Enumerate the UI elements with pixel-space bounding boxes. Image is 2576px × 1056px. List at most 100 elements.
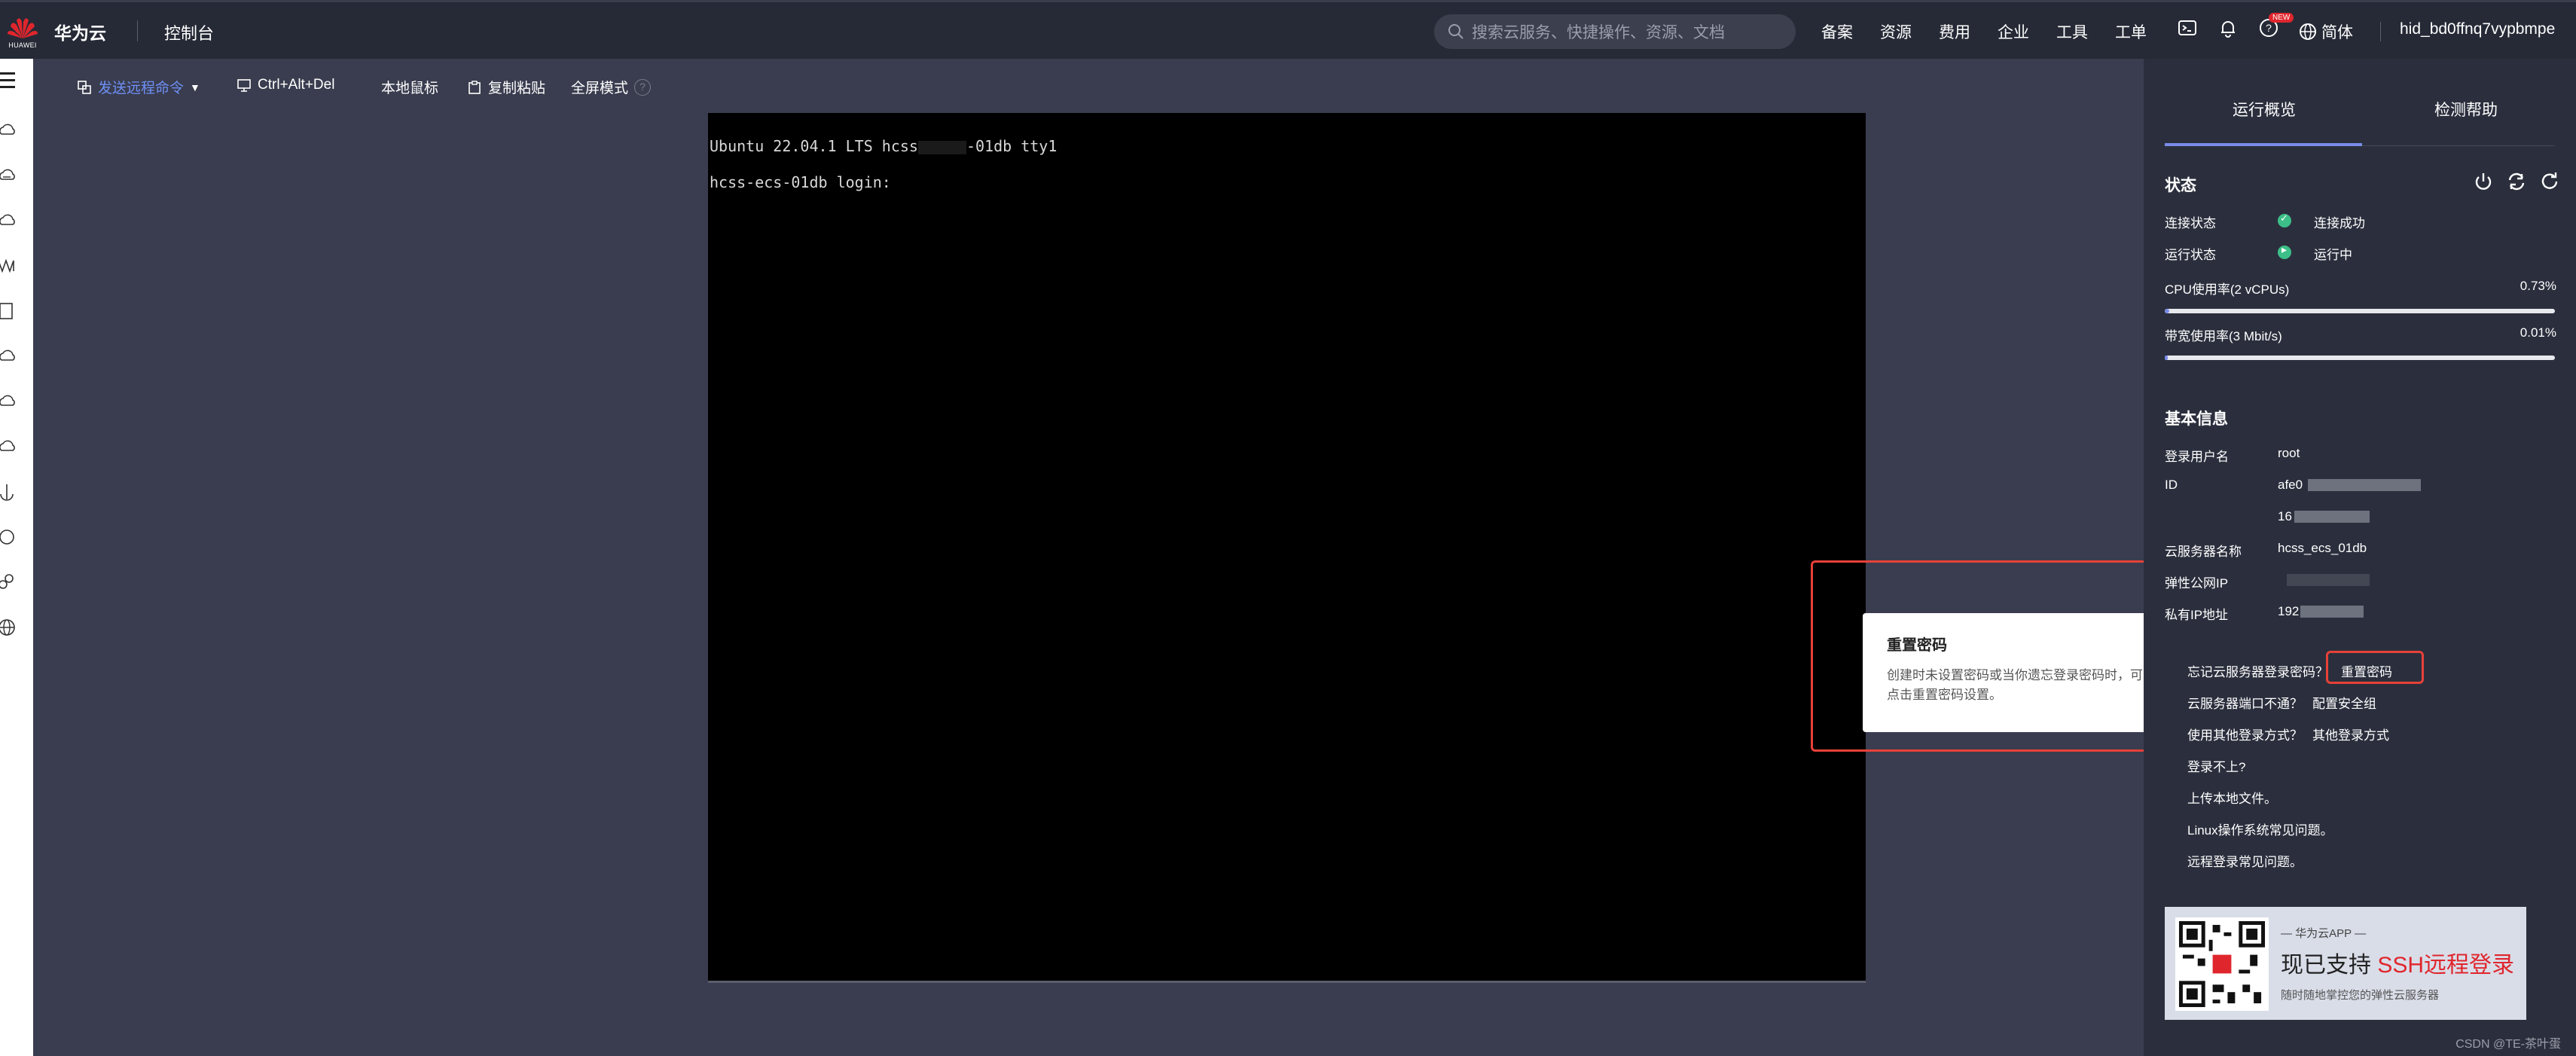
divider — [2380, 22, 2381, 41]
help-link-upload[interactable]: 上传本地文件。 — [2187, 788, 2277, 807]
refresh-icon[interactable] — [2538, 170, 2561, 193]
remote-terminal[interactable]: Ubuntu 22.04.1 LTS hcss -01db tty1 hcss-e… — [708, 113, 1866, 983]
terminal-line-1: Ubuntu 22.04.1 LTS hcss -01db tty1 — [710, 137, 1057, 155]
other-login-link[interactable]: 其他登录方式 — [2312, 725, 2389, 743]
nav-billing[interactable]: 费用 — [1939, 20, 1998, 43]
redacted-text — [917, 140, 966, 154]
bandwidth-usage-label: 带宽使用率(3 Mbit/s) — [2165, 329, 2282, 343]
huawei-flower-icon — [8, 18, 38, 38]
promo-tagline: 随时随地掌控您的弹性云服务器 — [2281, 989, 2440, 1002]
huawei-logo[interactable]: HUAWEI — [6, 13, 39, 50]
nav-tickets[interactable]: 工单 — [2115, 20, 2174, 43]
basic-info-heading: 基本信息 — [2165, 410, 2228, 428]
bell-icon[interactable] — [2217, 17, 2239, 42]
top-nav: 备案 资源 费用 企业 工具 工单 — [1821, 20, 2174, 43]
power-icon[interactable] — [2472, 170, 2495, 193]
console-link[interactable]: 控制台 — [164, 20, 214, 44]
bandwidth-usage-fill — [2165, 356, 2169, 360]
connection-status-label: 连接状态 — [2165, 216, 2216, 230]
remote-toolbar: 发送远程命令 ▼ Ctrl+Alt+Del 本地鼠标 复制粘贴 全屏模式 ? — [33, 59, 2142, 111]
tab-overview[interactable]: 运行概览 — [2233, 98, 2296, 121]
network-icon[interactable] — [0, 255, 18, 277]
login-user-value: root — [2278, 446, 2300, 460]
promo-subtitle: — 华为云APP — — [2281, 927, 2367, 940]
send-command-label: 发送远程命令 — [98, 81, 185, 96]
watermark-credit: CSDN @TE-茶叶蛋 — [2455, 1038, 2561, 1051]
forgot-password-question: 忘记云服务器登录密码？ — [2187, 665, 2328, 679]
nav-tools[interactable]: 工具 — [2056, 20, 2115, 43]
search-input[interactable]: 搜索云服务、快捷操作、资源、文档 — [1434, 14, 1796, 49]
ctrl-alt-del-label: Ctrl+Alt+Del — [258, 77, 335, 93]
id-value: afe0 — [2278, 478, 2303, 492]
globe-icon[interactable] — [0, 616, 18, 639]
cpu-usage-label: CPU使用率(2 vCPUs) — [2165, 282, 2290, 297]
login-user-label: 登录用户名 — [2165, 450, 2229, 464]
language-label: 简体 — [2321, 24, 2353, 41]
help-link-remote-faq[interactable]: 远程登录常见问题。 — [2187, 851, 2303, 870]
top-bar: HUAWEI 华为云 控制台 搜索云服务、快捷操作、资源、文档 备案 资源 费用… — [0, 0, 2576, 59]
id-value-line2: 16 — [2278, 509, 2292, 523]
popover-title: 重置密码 — [1887, 637, 1947, 654]
redacted-text — [2308, 479, 2421, 491]
help-icon[interactable]: ? — [634, 78, 652, 96]
copy-paste-button[interactable]: 复制粘贴 — [467, 77, 545, 97]
run-status-label: 运行状态 — [2165, 248, 2216, 262]
private-ip-value: 192 — [2278, 604, 2300, 618]
anchor-icon[interactable] — [0, 481, 18, 503]
cloud-icon[interactable] — [0, 345, 18, 368]
bandwidth-usage-value: 0.01% — [2520, 325, 2556, 340]
terminal-icon[interactable] — [2177, 17, 2198, 42]
app-promo-banner[interactable]: — 华为云APP — 现已支持 SSH远程登录 随时随地掌控您的弹性云服务器 — [2165, 907, 2526, 1020]
logo-text: HUAWEI — [8, 41, 37, 49]
tab-diagnostics[interactable]: 检测帮助 — [2434, 98, 2498, 121]
cloud-sync-icon[interactable] — [0, 435, 18, 458]
chevron-down-icon: ▼ — [190, 81, 200, 93]
fullscreen-label: 全屏模式 — [571, 81, 629, 96]
brand-name[interactable]: 华为云 — [54, 19, 106, 44]
fullscreen-button[interactable]: 全屏模式 ? — [571, 77, 652, 97]
menu-icon[interactable] — [0, 72, 17, 89]
help-link-login-failed[interactable]: 登录不上? — [2187, 756, 2245, 775]
ctrl-alt-del-button[interactable]: Ctrl+Alt+Del — [237, 77, 334, 93]
cloud-upload-icon[interactable] — [0, 390, 18, 413]
terminal-line-1-prefix: Ubuntu 22.04.1 LTS hcss — [710, 137, 918, 155]
restart-icon[interactable] — [2505, 170, 2528, 193]
document-icon[interactable] — [0, 300, 18, 322]
private-ip-label: 私有IP地址 — [2165, 608, 2229, 622]
nav-beian[interactable]: 备案 — [1821, 20, 1880, 43]
divider — [137, 20, 138, 41]
right-panel: 运行概览 检测帮助 状态 连接状态 连接成功 运行状态 运行中 CPU使用率(2… — [2144, 59, 2576, 1056]
cpu-usage-fill — [2165, 309, 2170, 313]
terminal-line-1-suffix: -01db tty1 — [966, 137, 1058, 155]
help-link-linux-faq[interactable]: Linux操作系统常见问题。 — [2187, 819, 2333, 838]
chat-icon[interactable] — [0, 526, 18, 548]
cloud-icon[interactable] — [0, 119, 18, 142]
annotation-outline — [2326, 651, 2424, 684]
left-nav — [0, 59, 33, 1056]
promo-headline-prefix: 现已支持 — [2281, 953, 2371, 978]
new-badge: NEW — [2269, 13, 2294, 23]
port-question: 云服务器端口不通？ — [2187, 697, 2303, 711]
local-mouse-button[interactable]: 本地鼠标 — [381, 77, 438, 97]
monitor-icon — [237, 79, 251, 92]
popover-body: 创建时未设置密码或当你遗忘登录密码时，可以点击重置密码设置。 — [1887, 668, 2156, 702]
server-name-label: 云服务器名称 — [2165, 545, 2242, 559]
redacted-text — [2300, 606, 2364, 618]
send-command-dropdown[interactable]: 发送远程命令 ▼ — [77, 77, 200, 97]
security-group-link[interactable]: 配置安全组 — [2312, 693, 2376, 712]
search-icon — [1448, 24, 1463, 39]
cluster-icon[interactable] — [0, 571, 18, 594]
success-icon — [2278, 212, 2291, 227]
cloud-server-icon[interactable] — [0, 164, 18, 187]
cloud-storage-icon[interactable] — [0, 209, 18, 232]
language-switch[interactable]: 简体 — [2299, 20, 2353, 43]
other-login-question: 使用其他登录方式？ — [2187, 728, 2303, 743]
nav-enterprise[interactable]: 企业 — [1998, 20, 2056, 43]
username[interactable]: hid_bd0ffnq7vypbmpe — [2400, 20, 2555, 38]
bandwidth-usage-bar — [2165, 356, 2555, 360]
connection-status-value: 连接成功 — [2314, 216, 2365, 230]
run-status-value: 运行中 — [2314, 248, 2352, 262]
redacted-text — [2294, 511, 2370, 523]
nav-resources[interactable]: 资源 — [1880, 20, 1939, 43]
server-name-value: hcss_ecs_01db — [2278, 541, 2367, 555]
